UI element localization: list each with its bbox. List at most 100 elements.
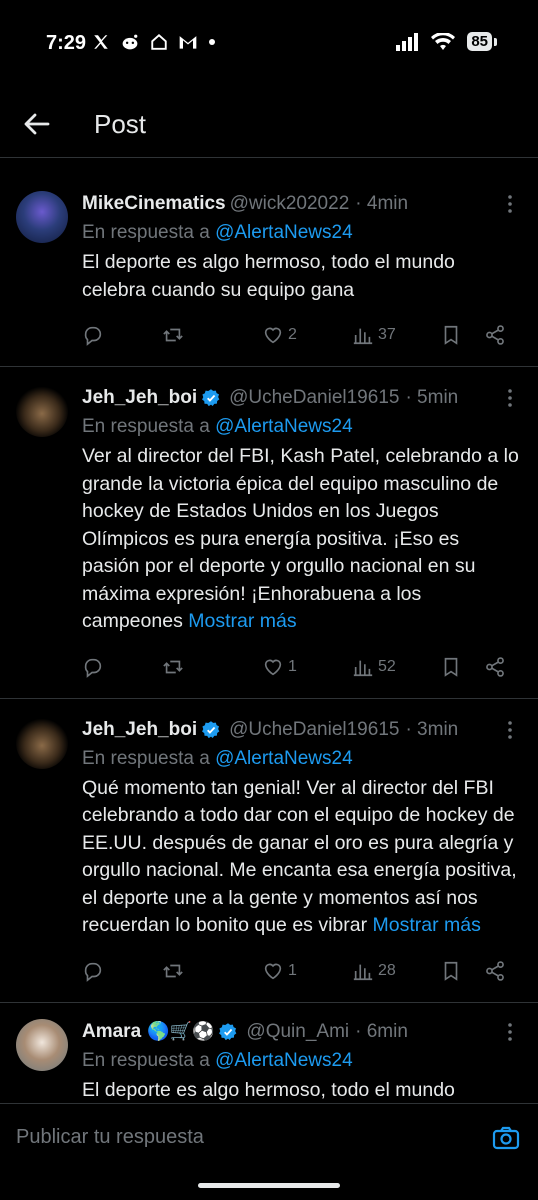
like-button[interactable]: 2 (262, 324, 352, 346)
view-count: 28 (378, 961, 396, 979)
post-actions: 1 28 (82, 940, 522, 1002)
bookmark-icon (440, 960, 462, 982)
post-body: El deporte es algo hermoso, todo el mund… (82, 1078, 455, 1101)
reply-post[interactable]: Jeh_Jeh_boi @UcheDaniel19615 · 3min En resp… (0, 699, 538, 1003)
author-name[interactable]: Jeh_Jeh_boi (82, 719, 197, 741)
home-icon (151, 33, 167, 50)
home-indicator[interactable] (198, 1183, 340, 1188)
heart-icon (262, 960, 284, 982)
author-emoji: 🌎🛒⚽ (147, 1021, 215, 1041)
more-options-icon[interactable] (498, 1020, 522, 1044)
reply-icon (82, 324, 104, 346)
repost-button[interactable] (162, 656, 262, 678)
like-count: 2 (288, 326, 297, 343)
author-handle[interactable]: @Quin_Ami (246, 1021, 349, 1043)
author-handle[interactable]: @UcheDaniel19615 (229, 387, 399, 409)
views-icon (352, 324, 374, 346)
author-handle[interactable]: @UcheDaniel19615 (229, 719, 399, 741)
reply-prefix: En respuesta a (82, 416, 210, 437)
post-header: MikeCinematics @wick202022 · 4min (82, 189, 522, 219)
show-more-link[interactable]: Mostrar más (188, 610, 296, 632)
reply-context: En respuesta a @AlertaNews24 (82, 1047, 522, 1075)
battery-indicator: 85 (467, 32, 497, 51)
more-options-icon[interactable] (498, 386, 522, 410)
more-options-icon[interactable] (498, 718, 522, 742)
show-more-link[interactable]: Mostrar más (373, 914, 481, 936)
replies-feed[interactable]: MikeCinematics @wick202022 · 4min En respue… (0, 159, 538, 1103)
reply-post[interactable]: Amara 🌎🛒⚽ @Quin_Ami · 6min En respuesta a @A… (0, 1003, 538, 1104)
reddit-icon (122, 34, 138, 50)
heart-icon (262, 324, 284, 346)
post-actions: 2 37 (82, 304, 522, 366)
share-icon (484, 656, 506, 678)
share-button[interactable] (484, 324, 514, 346)
reply-post[interactable]: Jeh_Jeh_boi @UcheDaniel19615 · 5min En resp… (0, 367, 538, 699)
reply-context: En respuesta a @AlertaNews24 (82, 413, 522, 441)
author-name[interactable]: Amara (82, 1021, 141, 1043)
bookmark-button[interactable] (440, 656, 484, 678)
author-handle[interactable]: @wick202022 (230, 193, 350, 215)
like-button[interactable]: 1 (262, 656, 352, 678)
post-text: Ver al director del FBI, Kash Patel, cel… (82, 443, 522, 636)
reply-button[interactable] (82, 324, 162, 346)
reply-handle-link[interactable]: @AlertaNews24 (215, 416, 353, 437)
share-button[interactable] (484, 960, 514, 982)
avatar[interactable] (16, 385, 68, 437)
author-name[interactable]: Jeh_Jeh_boi (82, 387, 197, 409)
views-button[interactable]: 52 (352, 656, 440, 678)
avatar[interactable] (16, 1018, 68, 1071)
post-time: · 3min (405, 718, 459, 740)
views-icon (352, 960, 374, 982)
share-button[interactable] (484, 656, 514, 678)
avatar[interactable] (16, 716, 68, 769)
post-body: El deporte es algo hermoso, todo el mund… (82, 251, 455, 301)
post-time: · 4min (355, 193, 409, 214)
reply-compose-bar[interactable]: Publicar tu respuesta (0, 1103, 538, 1173)
reply-handle-link[interactable]: @AlertaNews24 (215, 222, 353, 243)
views-button[interactable]: 28 (352, 960, 440, 982)
view-count: 37 (378, 326, 396, 343)
bookmark-button[interactable] (440, 324, 484, 346)
post-time: · 6min (355, 1020, 408, 1042)
repost-icon (162, 656, 184, 678)
like-button[interactable]: 1 (262, 960, 352, 982)
x-logo-icon (94, 35, 108, 49)
reply-icon (82, 656, 104, 678)
views-icon (352, 656, 374, 678)
reply-handle-link[interactable]: @AlertaNews24 (215, 1050, 353, 1071)
bookmark-icon (440, 324, 462, 346)
verified-badge-icon (202, 389, 220, 407)
reply-handle-link[interactable]: @AlertaNews24 (215, 748, 353, 769)
dot-icon (209, 39, 215, 45)
share-icon (484, 324, 506, 346)
status-bar: 7:29 85 (0, 0, 538, 88)
reply-button[interactable] (82, 656, 162, 678)
more-options-icon[interactable] (498, 192, 522, 216)
status-time: 7:29 (46, 32, 87, 54)
page-header: Post (0, 90, 538, 158)
avatar[interactable] (16, 191, 68, 243)
like-count: 1 (288, 961, 297, 979)
reply-button[interactable] (82, 960, 162, 982)
reply-post[interactable]: MikeCinematics @wick202022 · 4min En respue… (0, 159, 538, 367)
verified-badge-icon (219, 1022, 237, 1040)
post-text: El deporte es algo hermoso, todo el mund… (82, 249, 522, 304)
notification-icons (92, 33, 216, 51)
post-actions: 1 52 (82, 636, 522, 698)
repost-button[interactable] (162, 324, 262, 346)
reply-context: En respuesta a @AlertaNews24 (82, 745, 522, 773)
views-button[interactable]: 37 (352, 324, 440, 346)
author-name[interactable]: MikeCinematics (82, 193, 226, 215)
reply-icon (82, 960, 104, 982)
signal-icon (396, 32, 419, 51)
bookmark-button[interactable] (440, 960, 484, 982)
reply-input[interactable]: Publicar tu respuesta (16, 1126, 204, 1149)
verified-badge-icon (202, 720, 220, 738)
share-icon (484, 960, 506, 982)
reply-prefix: En respuesta a (82, 747, 210, 769)
post-header: Jeh_Jeh_boi @UcheDaniel19615 · 5min (82, 383, 522, 413)
camera-icon[interactable] (492, 1124, 520, 1152)
repost-button[interactable] (162, 960, 262, 982)
back-arrow-icon[interactable] (20, 108, 52, 140)
page-title: Post (94, 109, 147, 139)
